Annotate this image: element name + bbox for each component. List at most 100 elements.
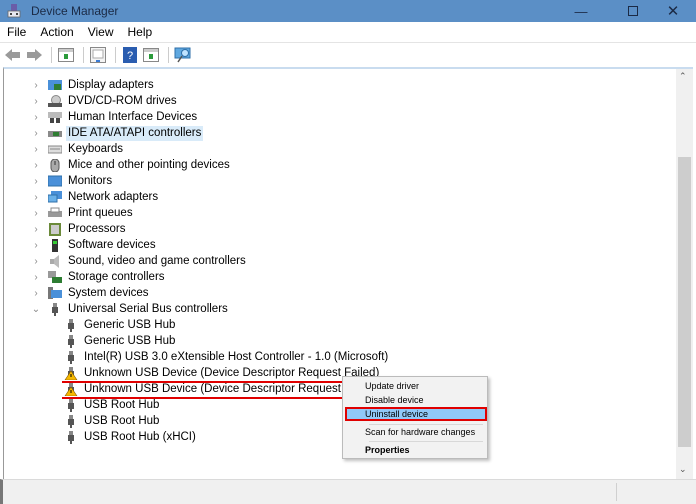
menu-item-disable-device[interactable]: Disable device xyxy=(365,394,424,407)
tree-device-label: USB Root Hub xyxy=(84,398,160,411)
tree-device[interactable]: Generic USB Hub xyxy=(58,317,177,333)
mouse-icon xyxy=(50,158,60,172)
usb-device-icon xyxy=(68,350,74,364)
menu-item-properties[interactable]: Properties xyxy=(365,444,410,457)
menu-file[interactable]: File xyxy=(0,25,33,39)
software-device-icon xyxy=(52,238,58,252)
tree-category[interactable]: › Network adapters xyxy=(30,189,160,205)
hid-icon xyxy=(48,111,62,123)
tree-category[interactable]: › Mice and other pointing devices xyxy=(30,157,232,173)
chevron-right-icon[interactable]: › xyxy=(30,112,42,123)
tree-category[interactable]: › Software devices xyxy=(30,237,158,253)
menu-bar: File Action View Help xyxy=(0,22,696,43)
annotation-underline xyxy=(62,381,344,383)
chevron-right-icon[interactable]: › xyxy=(30,288,42,299)
menu-item-update-driver[interactable]: Update driver xyxy=(365,380,419,393)
tree-device-label: USB Root Hub xyxy=(84,414,160,427)
chevron-right-icon[interactable]: › xyxy=(30,240,42,251)
chevron-down-icon[interactable]: ⌄ xyxy=(30,304,42,315)
tree-category[interactable]: › Sound, video and game controllers xyxy=(30,253,248,269)
scan-hardware-icon xyxy=(174,47,191,63)
tree-category[interactable]: › DVD/CD-ROM drives xyxy=(30,93,179,109)
tree-device[interactable]: USB Root Hub xyxy=(58,397,161,413)
scroll-down-button[interactable]: ⌄ xyxy=(679,464,687,475)
menu-item-uninstall-device[interactable]: Uninstall device xyxy=(345,407,487,421)
title-bar: Device Manager — ✕ xyxy=(0,0,696,22)
tree-category-label: IDE ATA/ATAPI controllers xyxy=(66,125,204,141)
chevron-right-icon[interactable]: › xyxy=(30,192,42,203)
tree-device[interactable]: Generic USB Hub xyxy=(58,333,177,349)
tree-category[interactable]: › Storage controllers xyxy=(30,269,167,285)
close-icon: ✕ xyxy=(666,3,680,20)
tree-category[interactable]: › Monitors xyxy=(30,173,114,189)
toolbar-separator xyxy=(168,47,169,63)
chevron-right-icon[interactable]: › xyxy=(30,128,42,139)
back-button[interactable] xyxy=(4,46,22,64)
tree-category[interactable]: › System devices xyxy=(30,285,151,301)
network-adapter-icon xyxy=(48,190,62,202)
tree-category[interactable]: › Print queues xyxy=(30,205,135,221)
keyboard-icon xyxy=(48,145,62,153)
vertical-scrollbar[interactable]: ⌃ ⌄ xyxy=(676,69,693,479)
tree-category[interactable]: › Display adapters xyxy=(30,77,156,93)
tree-category-label: Sound, video and game controllers xyxy=(68,254,246,267)
tree-device[interactable]: Intel(R) USB 3.0 eXtensible Host Control… xyxy=(58,349,390,365)
tree-category-label: Network adapters xyxy=(68,190,159,203)
action-pane-button[interactable] xyxy=(142,46,160,64)
monitor-icon xyxy=(48,175,62,186)
chevron-right-icon[interactable]: › xyxy=(30,160,42,171)
properties-button[interactable] xyxy=(89,46,107,64)
menu-item-scan-hardware[interactable]: Scan for hardware changes xyxy=(365,426,475,439)
menu-action[interactable]: Action xyxy=(33,25,80,39)
chevron-right-icon[interactable]: › xyxy=(30,256,42,267)
tree-device[interactable]: USB Root Hub xyxy=(58,413,161,429)
tree-category[interactable]: › IDE ATA/ATAPI controllers xyxy=(30,125,204,141)
tree-category[interactable]: ⌄ Universal Serial Bus controllers xyxy=(30,301,230,317)
scroll-up-button[interactable]: ⌃ xyxy=(679,71,687,82)
tree-device-label: Intel(R) USB 3.0 eXtensible Host Control… xyxy=(84,350,389,363)
speaker-icon xyxy=(50,254,59,268)
display-adapter-icon xyxy=(48,79,62,90)
menu-view[interactable]: View xyxy=(81,25,121,39)
show-hide-console-tree-button[interactable] xyxy=(57,46,75,64)
tree-device-label: Generic USB Hub xyxy=(84,334,176,347)
usb-icon xyxy=(52,302,58,316)
tree-category[interactable]: › Human Interface Devices xyxy=(30,109,199,125)
chevron-right-icon[interactable]: › xyxy=(30,176,42,187)
tree-category[interactable]: › Keyboards xyxy=(30,141,125,157)
tree-device[interactable]: Unknown USB Device (Device Descriptor Re… xyxy=(58,381,381,397)
context-menu: Update driver Disable device Uninstall d… xyxy=(342,376,488,459)
properties-icon xyxy=(90,47,106,63)
storage-controller-icon xyxy=(48,270,62,283)
toolbar-separator xyxy=(115,47,116,63)
chevron-right-icon[interactable]: › xyxy=(30,272,42,283)
chevron-right-icon[interactable]: › xyxy=(30,96,42,107)
ide-controller-icon xyxy=(48,130,62,137)
help-button[interactable]: ? xyxy=(121,46,139,64)
system-device-icon xyxy=(48,286,62,299)
forward-button[interactable] xyxy=(25,46,43,64)
tree-device[interactable]: Unknown USB Device (Device Descriptor Re… xyxy=(58,365,381,381)
close-button[interactable]: ✕ xyxy=(650,0,696,22)
toolbar: ? xyxy=(0,43,696,67)
menu-separator xyxy=(369,441,483,442)
scan-hardware-button[interactable] xyxy=(174,46,192,64)
chevron-right-icon[interactable]: › xyxy=(30,208,42,219)
tree-device-label: Generic USB Hub xyxy=(84,318,176,331)
status-divider xyxy=(616,483,617,501)
tree-device-label: Unknown USB Device (Device Descriptor Re… xyxy=(84,382,380,395)
minimize-button[interactable]: — xyxy=(558,0,604,22)
chevron-right-icon[interactable]: › xyxy=(30,80,42,91)
tree-category-label: Print queues xyxy=(68,206,133,219)
tree-device[interactable]: USB Root Hub (xHCI) xyxy=(58,429,198,445)
tree-category[interactable]: › Processors xyxy=(30,221,128,237)
tree-category-label: Display adapters xyxy=(68,78,154,91)
menu-help[interactable]: Help xyxy=(121,25,160,39)
usb-device-icon xyxy=(68,430,74,444)
chevron-right-icon[interactable]: › xyxy=(30,144,42,155)
scrollbar-thumb[interactable] xyxy=(678,157,691,447)
tree-category-label: Universal Serial Bus controllers xyxy=(68,302,228,315)
window-title: Device Manager xyxy=(31,4,119,18)
chevron-right-icon[interactable]: › xyxy=(30,224,42,235)
tree-category-label: Processors xyxy=(68,222,126,235)
